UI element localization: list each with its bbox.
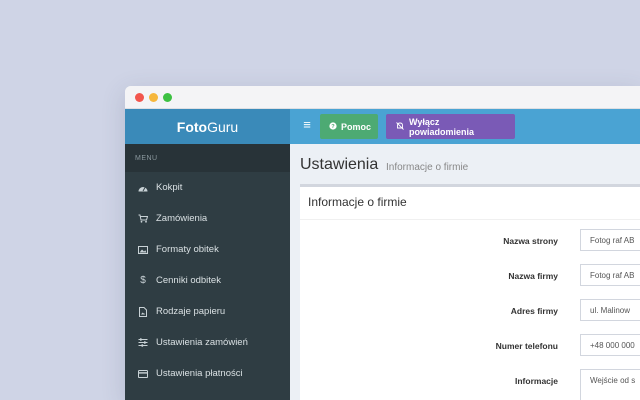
sidebar-item-label: Ustawienia zamówień: [156, 337, 248, 348]
sidebar-item-label: Formaty obitek: [156, 244, 219, 255]
main-content: Ustawienia Informacje o firmie Informacj…: [290, 144, 640, 400]
disable-notifications-button[interactable]: Wyłącz powiadomienia: [386, 114, 515, 139]
site-name-input[interactable]: Fotog raf AB: [580, 229, 640, 251]
company-name-label: Nazwa firmy: [508, 271, 558, 281]
site-name-label: Nazwa strony: [503, 236, 558, 246]
minimize-window-button[interactable]: [149, 93, 158, 102]
sidebar-item-ustawienia-platnosci[interactable]: Ustawienia płatności: [125, 358, 290, 389]
cart-icon: [136, 214, 150, 223]
sliders-icon: [136, 338, 150, 347]
sidebar-item-label: Kokpit: [156, 182, 183, 193]
brand-logo[interactable]: Foto Guru: [125, 109, 290, 144]
sidebar-item-rodzaje-papieru[interactable]: Rodzaje papieru: [125, 296, 290, 327]
image-icon: [136, 245, 150, 254]
information-textarea[interactable]: Wejście od s: [580, 369, 640, 400]
app-window: Foto Guru ≡ ? Pomoc Wyłącz powiadomienia …: [125, 86, 640, 400]
dollar-icon: $: [140, 275, 146, 286]
brand-name-bold: Foto: [176, 118, 208, 135]
sidebar-item-cenniki-odbitek[interactable]: $ Cenniki odbitek: [125, 265, 290, 296]
file-icon: [136, 306, 150, 317]
disable-notifications-label: Wyłącz powiadomienia: [409, 116, 475, 137]
brand-name-light: Guru: [207, 118, 239, 135]
company-info-box: Informacje o firmie Nazwa strony Fotog r…: [300, 184, 640, 400]
phone-number-label: Numer telefonu: [495, 341, 558, 351]
top-navbar: ≡ ? Pomoc Wyłącz powiadomienia: [290, 109, 640, 144]
company-address-input[interactable]: ul. Malinow: [580, 299, 640, 321]
sidebar-item-label: Cenniki odbitek: [156, 275, 221, 286]
box-divider: [300, 219, 640, 220]
question-circle-icon: ?: [329, 121, 337, 132]
box-title: Informacje o firmie: [308, 195, 407, 209]
sidebar-item-ustawienia-zamowien[interactable]: Ustawienia zamówień: [125, 327, 290, 358]
sidebar-item-label: Rodzaje papieru: [156, 306, 226, 317]
credit-card-icon: [136, 369, 150, 378]
help-button[interactable]: ? Pomoc: [320, 114, 378, 139]
sidebar-item-label: Zamówienia: [156, 213, 208, 224]
sidebar: MENU Kokpit Zamówienia Formaty obitek $ …: [125, 144, 290, 400]
sidebar-item-formaty-obitek[interactable]: Formaty obitek: [125, 234, 290, 265]
page-subtitle: Informacje o firmie: [386, 162, 469, 173]
sidebar-item-zamowienia[interactable]: Zamówienia: [125, 203, 290, 234]
information-label: Informacje: [515, 376, 558, 386]
bell-slash-icon: [395, 121, 405, 133]
sidebar-item-kokpit[interactable]: Kokpit: [125, 172, 290, 203]
dashboard-icon: [136, 184, 150, 192]
page-title: Ustawienia: [300, 156, 379, 173]
close-window-button[interactable]: [135, 93, 144, 102]
phone-number-input[interactable]: +48 000 000: [580, 334, 640, 356]
company-name-input[interactable]: Fotog raf AB: [580, 264, 640, 286]
window-titlebar: [125, 86, 640, 109]
help-button-label: Pomoc: [341, 121, 372, 132]
company-address-label: Adres firmy: [510, 306, 558, 316]
maximize-window-button[interactable]: [163, 93, 172, 102]
svg-text:?: ?: [331, 124, 335, 130]
sidebar-item-label: Ustawienia płatności: [156, 368, 243, 379]
sidebar-menu-header: MENU: [125, 144, 290, 172]
hamburger-menu-icon[interactable]: ≡: [300, 118, 314, 132]
